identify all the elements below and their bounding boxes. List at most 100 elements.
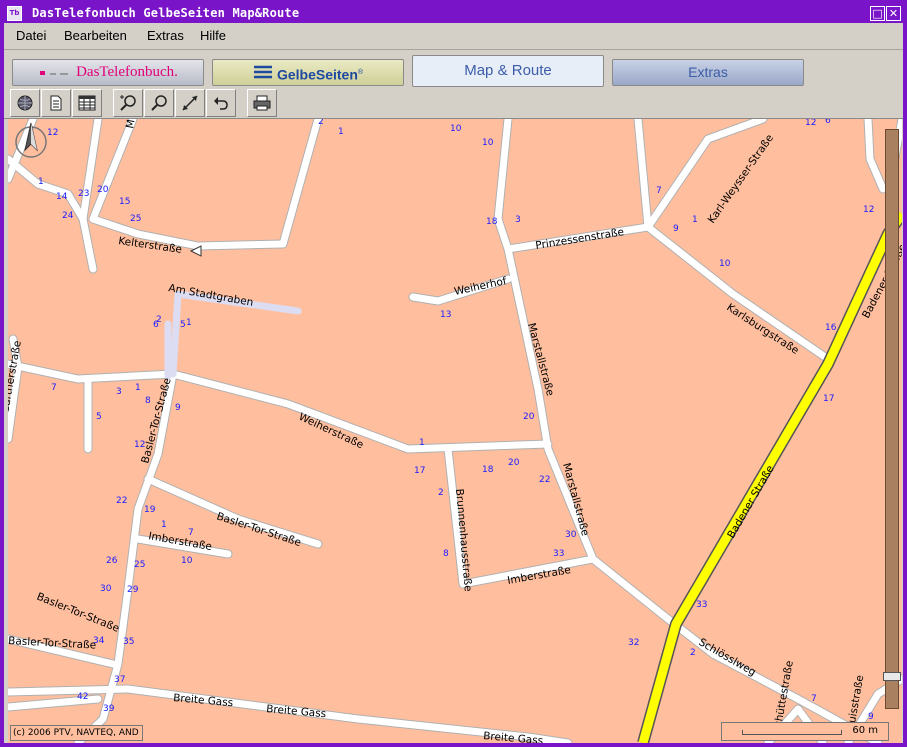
tab-gelbeseiten-label: GelbeSeiten [276, 66, 358, 83]
house-number: 20 [508, 458, 520, 468]
house-number: 15 [119, 197, 130, 207]
house-number: 30 [100, 584, 112, 594]
house-number: 19 [144, 505, 156, 515]
house-number: 7 [188, 528, 194, 538]
undo-icon [214, 97, 228, 110]
menu-bar: Datei Bearbeiten Extras Hilfe [4, 23, 903, 50]
map-copyright: (c) 2006 PTV, NAVTEQ, AND [10, 725, 143, 741]
zoom-out-icon [151, 95, 167, 111]
house-number: 39 [103, 704, 115, 714]
menu-bearbeiten[interactable]: Bearbeiten [64, 28, 127, 43]
house-number: 18 [482, 465, 494, 475]
house-number: 1 [38, 177, 44, 187]
house-number: 2 [690, 648, 696, 658]
application-window: Tb DasTelefonbuch GelbeSeiten Map&Route … [0, 0, 907, 747]
table-icon [78, 95, 96, 111]
house-number: 2 [318, 119, 324, 127]
table-button[interactable] [72, 89, 102, 117]
map-canvas[interactable]: KelterstraßeAm Stadtgraben WeiherhofPrinz… [8, 119, 902, 743]
house-number: 5 [96, 412, 102, 422]
tab-gelbeseiten[interactable]: GelbeSeiten® [212, 59, 404, 86]
house-number: 12 [134, 440, 145, 450]
zoom-in-button[interactable] [113, 89, 143, 117]
toolbar [4, 88, 903, 119]
house-number: 22 [539, 475, 550, 485]
menu-hilfe[interactable]: Hilfe [200, 28, 226, 43]
house-number: 10 [719, 259, 731, 269]
house-number: 33 [696, 600, 707, 610]
house-number: 42 [77, 692, 88, 702]
house-number: 24 [62, 211, 74, 221]
house-number: 29 [127, 585, 139, 595]
map-background [8, 119, 902, 743]
tab-bar: DasTelefonbuch. GelbeSeiten® Map & Route… [4, 50, 903, 88]
house-number: 26 [106, 556, 118, 566]
undo-button[interactable] [206, 89, 236, 117]
scale-bar [742, 730, 842, 735]
house-number: 9 [673, 224, 679, 234]
house-number: 20 [523, 412, 535, 422]
document-icon [50, 95, 62, 111]
house-number: 23 [78, 189, 89, 199]
house-number: 8 [443, 549, 449, 559]
scale-label: 60 m [852, 725, 878, 736]
map-view[interactable]: Kelterstraße Am Stadtgraben Weiherhof Prinz… [8, 119, 902, 743]
menu-datei[interactable]: Datei [16, 28, 46, 43]
tab-extras[interactable]: Extras [612, 59, 804, 86]
house-number: 1 [692, 215, 698, 225]
house-number: 33 [553, 549, 564, 559]
house-number: 2 [438, 488, 444, 498]
house-number: 3 [116, 387, 122, 397]
globe-button[interactable] [10, 89, 40, 117]
house-number: 1 [186, 318, 192, 328]
house-number: 17 [823, 394, 834, 404]
zoom-in-icon [120, 95, 136, 111]
house-number: 22 [116, 496, 127, 506]
house-number: 5 [180, 320, 186, 330]
house-number: 35 [123, 637, 134, 647]
house-number: 13 [440, 310, 451, 320]
house-number: 12 [805, 119, 816, 128]
house-number: 34 [93, 636, 105, 646]
house-number: 18 [486, 217, 498, 227]
house-number: 8 [145, 396, 151, 406]
close-button[interactable]: ✕ [886, 6, 901, 21]
house-number: 6 [825, 119, 831, 126]
house-number: 6 [153, 320, 159, 330]
house-number: 7 [51, 383, 57, 393]
maximize-button[interactable]: □ [870, 6, 885, 21]
house-number: 20 [97, 185, 109, 195]
tab-dastelefonbuch-label: DasTelefonbuch. [76, 64, 178, 80]
tab-dastelefonbuch[interactable]: DasTelefonbuch. [12, 59, 204, 86]
house-number: 9 [175, 403, 181, 413]
house-number: 10 [181, 556, 193, 566]
menu-extras[interactable]: Extras [147, 28, 184, 43]
zoom-slider-track[interactable] [885, 129, 899, 709]
print-button[interactable] [247, 89, 277, 117]
fit-view-button[interactable] [175, 89, 205, 117]
house-number: 1 [135, 383, 141, 393]
window-title: DasTelefonbuch GelbeSeiten Map&Route [32, 6, 300, 20]
gelbeseiten-logo-icon [253, 63, 273, 88]
map-scale: 60 m [721, 722, 889, 741]
house-number: 17 [414, 466, 425, 476]
tab-map-route[interactable]: Map & Route [412, 55, 604, 87]
zoom-slider-thumb[interactable] [883, 672, 901, 681]
house-number: 1 [161, 520, 167, 530]
resize-icon [182, 95, 198, 111]
house-number: 10 [482, 138, 494, 148]
app-icon: Tb [7, 6, 22, 21]
house-number: 16 [825, 323, 837, 333]
house-number: 32 [628, 638, 639, 648]
house-number: 3 [515, 215, 521, 225]
house-number: 30 [565, 530, 577, 540]
print-icon [253, 95, 271, 111]
document-button[interactable] [41, 89, 71, 117]
house-number: 37 [114, 675, 125, 685]
house-number: 25 [130, 214, 141, 224]
house-number: 1 [419, 438, 425, 448]
house-number: 7 [656, 186, 662, 196]
zoom-out-button[interactable] [144, 89, 174, 117]
house-number: 1 [338, 127, 344, 137]
title-bar: Tb DasTelefonbuch GelbeSeiten Map&Route … [4, 4, 903, 23]
